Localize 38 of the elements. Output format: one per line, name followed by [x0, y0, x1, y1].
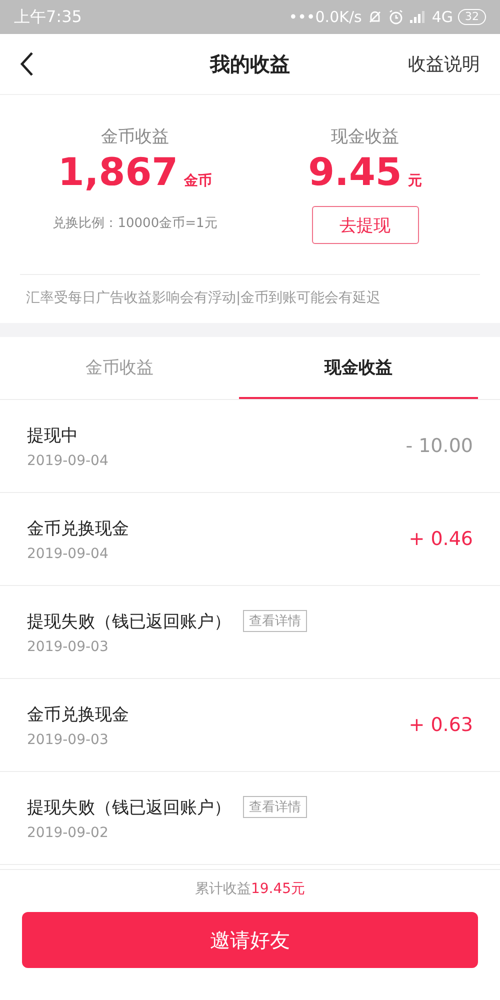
page-title: 我的收益 — [210, 50, 290, 78]
coin-earnings-label: 金币收益 — [101, 126, 169, 148]
record-date: 2019-09-02 — [27, 824, 110, 840]
alarm-icon — [388, 9, 404, 25]
network-speed: •••0.0K/s — [288, 8, 362, 26]
record-date: 2019-09-03 — [27, 638, 110, 654]
notice-text: 汇率受每日广告收益影响会有浮动|金币到账可能会有延迟 — [25, 289, 382, 308]
status-time: 上午7:35 — [14, 6, 82, 28]
view-details-link[interactable]: 查看详情 — [243, 610, 307, 632]
record-date: 2019-09-03 — [27, 732, 110, 748]
record-amount: + 0.63 — [408, 714, 473, 736]
view-details-link[interactable]: 查看详情 — [243, 796, 307, 818]
coin-balance: 1,867 — [58, 150, 178, 194]
record-title: 提现失败（钱已返回账户） — [27, 610, 231, 632]
signal-icon — [408, 10, 427, 24]
coin-unit: 金币 — [184, 172, 212, 190]
earnings-info-link[interactable]: 收益说明 — [408, 52, 480, 76]
exchange-rate-note: 兑换比例：10000金币=1元 — [52, 215, 218, 232]
record-title: 提现失败（钱已返回账户） — [27, 796, 231, 818]
cash-balance: 9.45 — [308, 150, 402, 194]
record-date: 2019-09-04 — [27, 452, 110, 468]
record-title: 金币兑换现金 — [27, 704, 129, 726]
record-date: 2019-09-04 — [27, 546, 110, 562]
battery-level: 32 — [458, 9, 486, 25]
total-earnings-label: 累计收益 — [194, 880, 251, 898]
back-icon[interactable] — [20, 51, 34, 77]
cash-unit: 元 — [408, 172, 422, 190]
cash-earnings-label: 现金收益 — [331, 126, 399, 148]
total-earnings-value: 19.45元 — [250, 880, 306, 898]
record-amount: + 0.46 — [408, 528, 473, 550]
record-title: 提现中 — [27, 424, 78, 446]
tab[interactable]: 现金收益 — [239, 337, 478, 399]
withdraw-button[interactable]: 去提现 — [312, 206, 418, 244]
tab[interactable]: 金币收益 — [0, 337, 239, 399]
record-title: 金币兑换现金 — [27, 518, 129, 540]
network-type: 4G — [432, 8, 453, 26]
invite-friends-button[interactable]: 邀请好友 — [22, 912, 478, 968]
record-amount: - 10.00 — [406, 435, 473, 457]
